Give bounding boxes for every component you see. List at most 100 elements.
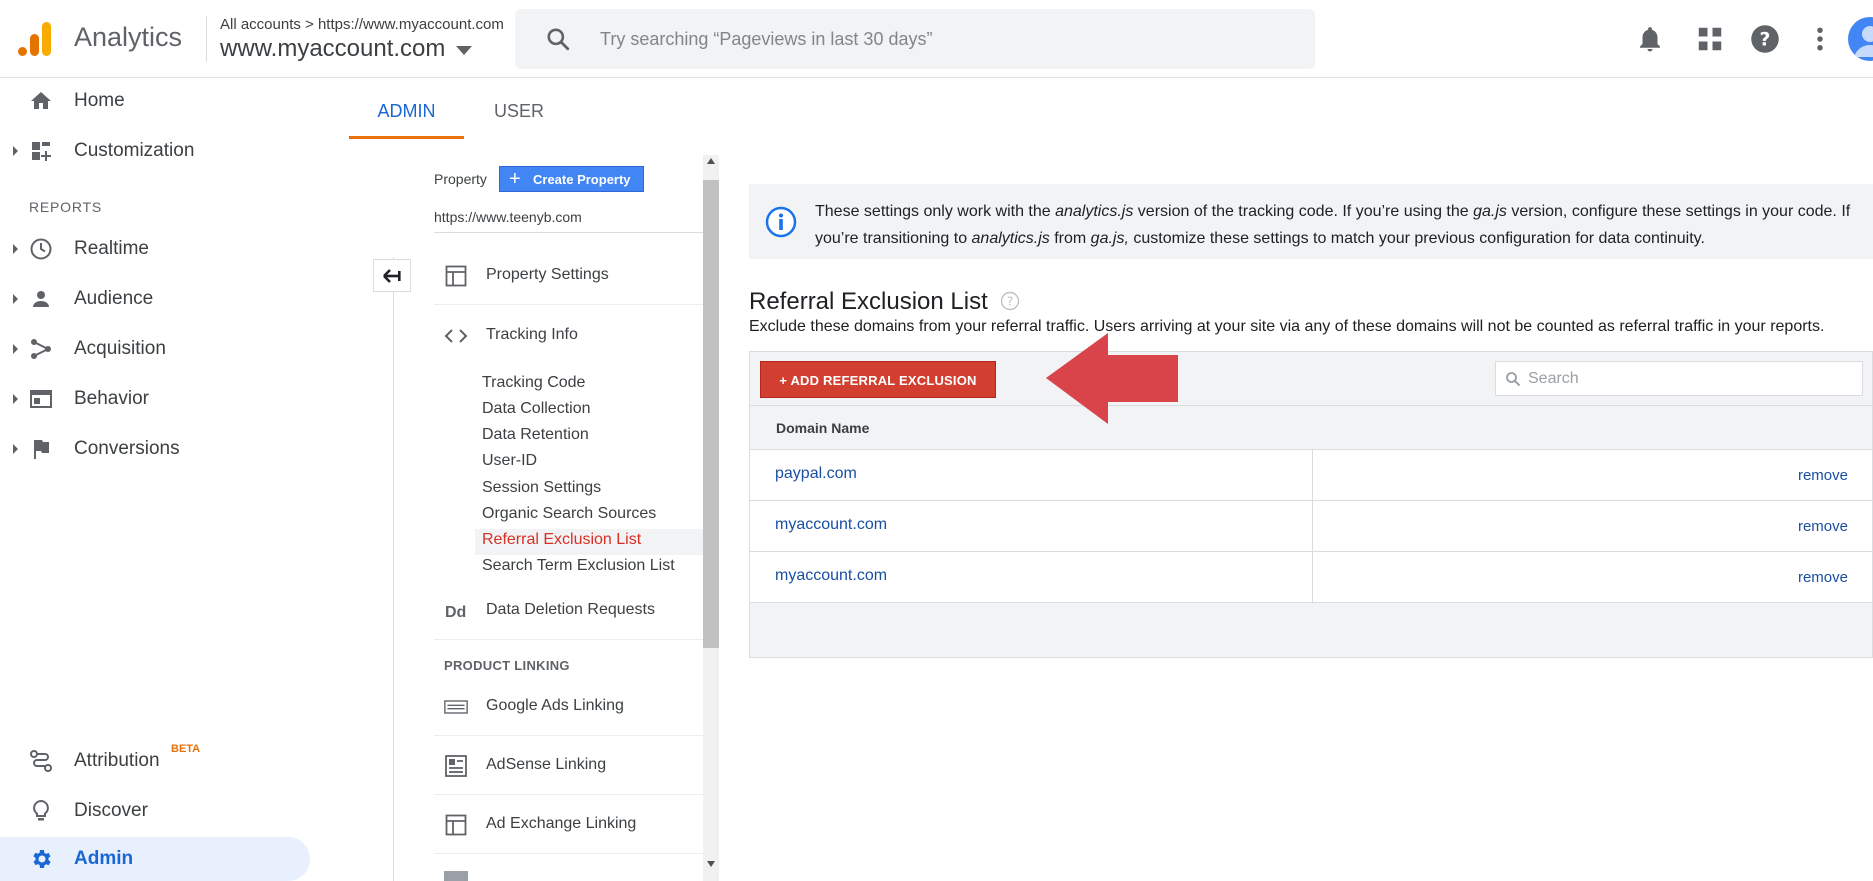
nav-item-home[interactable]: Home [0, 79, 310, 123]
scroll-up-arrow-icon[interactable] [707, 158, 715, 164]
left-navigation: Home Customization REPORTS Realtime Audi… [0, 79, 348, 881]
property-selector[interactable]: https://www.teenyb.com [434, 209, 582, 225]
flag-icon [34, 440, 49, 459]
apps-grid-icon[interactable] [1695, 24, 1725, 54]
table-row: myaccount.com remove [750, 501, 1872, 552]
top-app-bar: Analytics All accounts > https://www.mya… [0, 0, 1873, 78]
account-selector[interactable]: www.myaccount.com [220, 35, 445, 63]
property-selector-underline [434, 232, 704, 233]
nav-item-attribution[interactable]: Attribution BETA [0, 739, 310, 783]
tracking-code-link[interactable]: Tracking Code [482, 372, 704, 398]
scroll-down-arrow-icon[interactable] [707, 861, 715, 867]
add-referral-exclusion-button[interactable]: + ADD REFERRAL EXCLUSION [760, 361, 996, 398]
search-icon [547, 28, 570, 51]
property-settings-item[interactable]: Property Settings [434, 247, 704, 305]
ad-exchange-linking-label: Ad Exchange Linking [486, 815, 637, 832]
more-vert-icon[interactable] [1805, 24, 1835, 54]
cell-divider [1312, 552, 1313, 603]
remove-link[interactable]: remove [1798, 569, 1848, 586]
nav-label: Admin [74, 848, 134, 869]
table-search-box[interactable] [1495, 361, 1863, 396]
remove-link[interactable]: remove [1798, 518, 1848, 535]
search-term-exclusion-list-link[interactable]: Search Term Exclusion List [482, 555, 704, 581]
referral-exclusion-table: + ADD REFERRAL EXCLUSION Domain Name pay… [749, 351, 1873, 658]
column-scrollbar[interactable] [703, 155, 719, 881]
bell-icon[interactable] [1635, 24, 1665, 54]
nav-label: Discover [74, 800, 148, 821]
tracking-info-item[interactable]: Tracking Info [434, 307, 704, 365]
analytics-logo-icon[interactable] [18, 22, 52, 56]
avatar-person-icon [1854, 26, 1873, 57]
person-icon [33, 291, 49, 307]
help-icon[interactable]: ? [1750, 24, 1780, 54]
svg-text:?: ? [1760, 29, 1771, 50]
adsense-linking-label: AdSense Linking [486, 756, 607, 773]
data-collection-link[interactable]: Data Collection [482, 398, 704, 424]
user-id-link[interactable]: User-ID [482, 450, 704, 476]
adsense-icon [445, 755, 467, 777]
cell-divider [1312, 450, 1313, 501]
data-retention-link[interactable]: Data Retention [482, 424, 704, 450]
nav-item-realtime[interactable]: Realtime [0, 227, 310, 271]
adsense-linking-item[interactable]: AdSense Linking [434, 737, 704, 795]
help-circle-icon[interactable]: ? [1000, 291, 1020, 311]
table-row: myaccount.com remove [750, 552, 1872, 603]
clock-icon [30, 238, 52, 260]
customization-icon [32, 142, 51, 161]
remove-link[interactable]: remove [1798, 467, 1848, 484]
nav-label: Audience [74, 288, 154, 309]
column-divider [393, 257, 394, 881]
nav-item-conversions[interactable]: Conversions [0, 427, 310, 471]
page-title: Referral Exclusion List [749, 288, 988, 315]
tab-admin[interactable]: ADMIN [349, 79, 464, 139]
global-search-bar[interactable]: Try searching “Pageviews in last 30 days… [515, 9, 1315, 69]
expand-caret-icon [13, 394, 18, 404]
home-icon [31, 92, 51, 109]
google-ads-linking-item[interactable]: Google Ads Linking [434, 678, 704, 736]
scrollbar-thumb[interactable] [703, 180, 719, 648]
domain-cell[interactable]: myaccount.com [775, 567, 887, 585]
reports-heading: REPORTS [29, 199, 103, 215]
account-breadcrumb[interactable]: All accounts > https://www.myaccount.com [220, 16, 504, 33]
session-settings-link[interactable]: Session Settings [482, 477, 704, 503]
nav-item-audience[interactable]: Audience [0, 277, 310, 321]
attribution-icon [30, 750, 52, 772]
referral-exclusion-list-link[interactable]: Referral Exclusion List [475, 529, 704, 555]
admin-tab-bar: ADMIN USER [349, 79, 1873, 139]
avatar[interactable] [1848, 17, 1873, 61]
create-property-button[interactable]: + Create Property [499, 166, 644, 192]
nav-label: Home [74, 90, 125, 111]
domain-name-column-header[interactable]: Domain Name [776, 420, 869, 436]
chevron-down-icon[interactable] [456, 46, 472, 55]
expand-caret-icon [13, 294, 18, 304]
beta-badge: BETA [171, 743, 201, 755]
ad-exchange-linking-item[interactable]: Ad Exchange Linking [434, 796, 704, 854]
info-icon [765, 206, 797, 238]
nav-item-customization[interactable]: Customization [0, 129, 310, 173]
plus-icon: + [509, 168, 521, 190]
table-row: paypal.com remove [750, 450, 1872, 501]
collapse-column-button[interactable] [373, 259, 411, 292]
nav-item-admin[interactable]: Admin [0, 837, 310, 881]
tracking-info-label: Tracking Info [486, 326, 578, 343]
expand-caret-icon [13, 344, 18, 354]
organic-search-sources-link[interactable]: Organic Search Sources [482, 503, 704, 529]
product-linking-heading: PRODUCT LINKING [444, 658, 570, 673]
search-icon [1506, 372, 1521, 387]
nav-item-acquisition[interactable]: Acquisition [0, 327, 310, 371]
google-ads-linking-label: Google Ads Linking [486, 697, 624, 714]
nav-item-behavior[interactable]: Behavior [0, 377, 310, 421]
property-settings-label: Property Settings [486, 266, 609, 283]
nav-label: Realtime [74, 238, 149, 259]
nav-label: Attribution [74, 750, 160, 771]
table-search-input[interactable] [1528, 362, 1858, 395]
nav-item-discover[interactable]: Discover [0, 789, 310, 833]
property-settings-icon [445, 265, 467, 287]
partially-hidden-item-icon [444, 871, 468, 881]
domain-cell[interactable]: paypal.com [775, 465, 857, 483]
tab-user[interactable]: USER [464, 79, 574, 139]
behavior-icon [30, 390, 52, 408]
domain-cell[interactable]: myaccount.com [775, 516, 887, 534]
expand-caret-icon [13, 244, 18, 254]
data-deletion-requests-item[interactable]: Dd Data Deletion Requests [434, 582, 704, 640]
